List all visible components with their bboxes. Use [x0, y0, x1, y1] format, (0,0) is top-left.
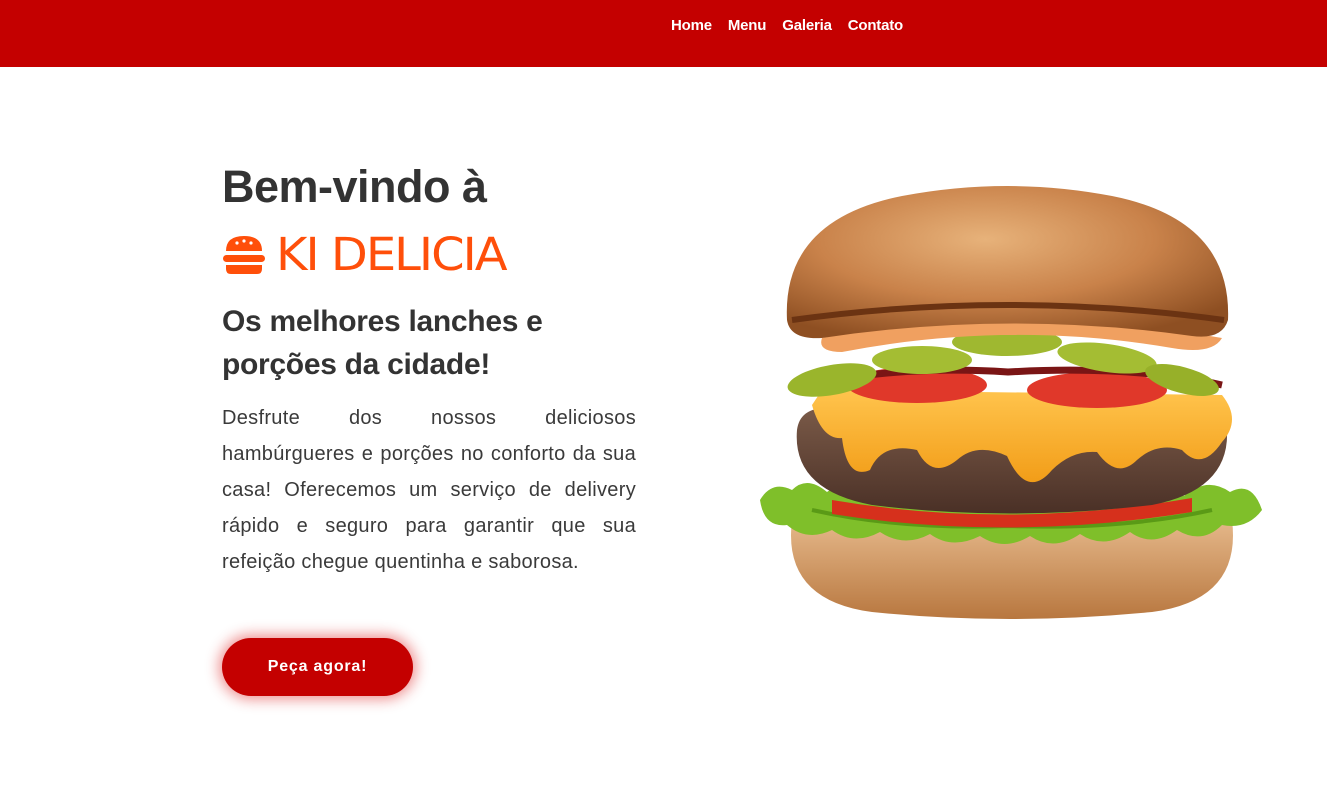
- nav-link-galeria[interactable]: Galeria: [782, 17, 832, 35]
- brand-name: KI DELICIA: [276, 228, 508, 282]
- hero-description: Desfrute dos nossos deliciosos hambúrgue…: [222, 407, 636, 573]
- order-now-button[interactable]: Peça agora!: [222, 638, 413, 696]
- nav-link-menu[interactable]: Menu: [728, 17, 767, 35]
- burger-icon: [223, 236, 265, 274]
- burger-image: [760, 186, 1262, 619]
- top-navbar: Home Menu Galeria Contato: [0, 0, 1327, 67]
- main-nav: Home Menu Galeria Contato: [671, 17, 903, 35]
- welcome-heading: Bem-vindo à: [222, 161, 487, 212]
- nav-link-home[interactable]: Home: [671, 17, 712, 35]
- tagline: Os melhores lanches e porções da cidade!: [222, 305, 543, 381]
- hero-section: Bem-vindo à KI DELICIA Os melhores lanch…: [222, 160, 636, 580]
- brand-logo: KI DELICIA: [222, 230, 636, 280]
- nav-link-contato[interactable]: Contato: [848, 17, 903, 35]
